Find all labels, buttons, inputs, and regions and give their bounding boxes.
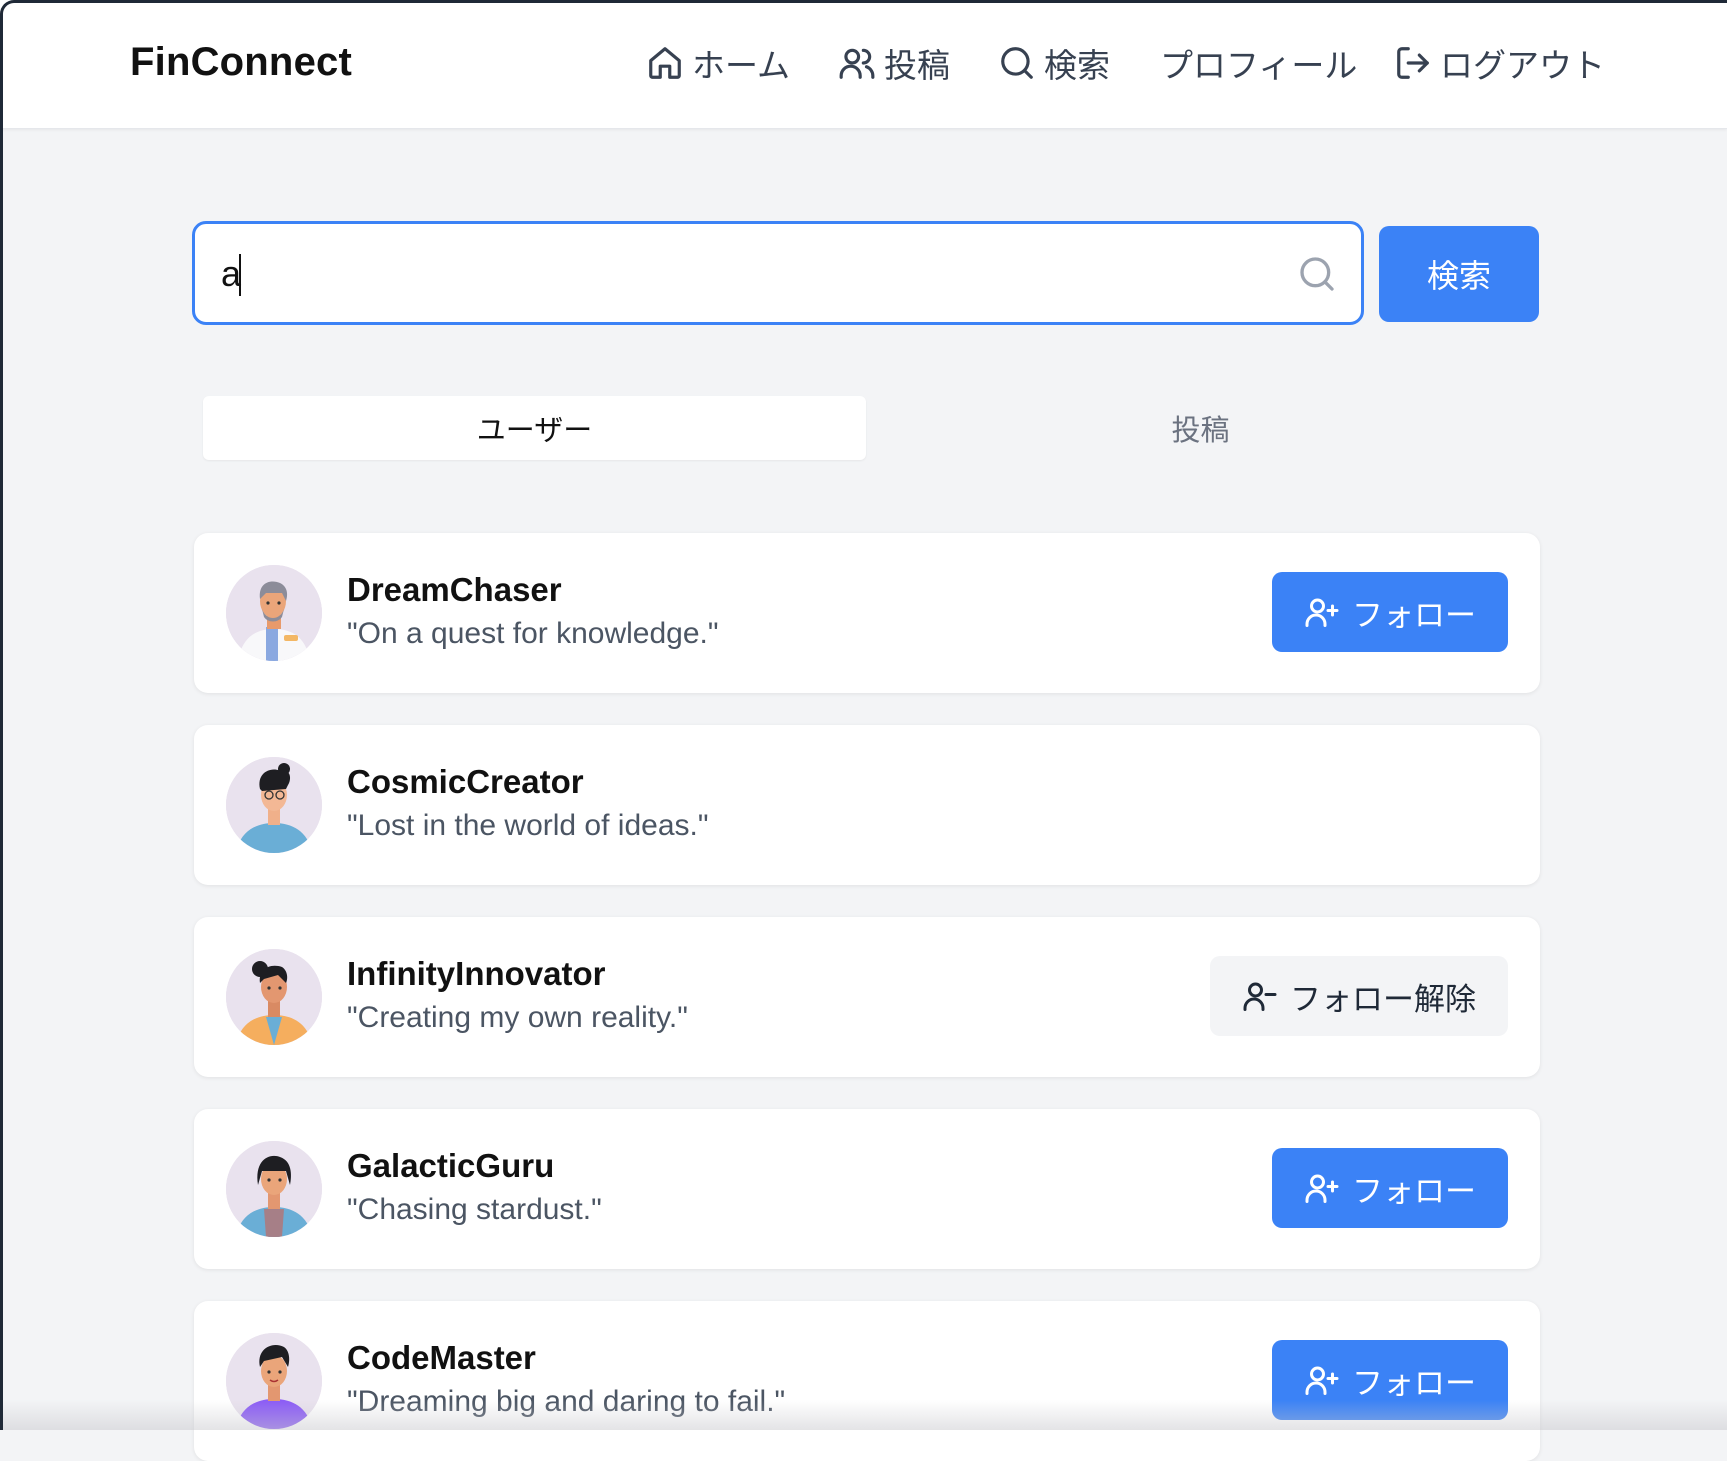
brand-logo[interactable]: FinConnect [130,40,352,85]
user-bio: "Lost in the world of ideas." [347,809,709,842]
tab-users[interactable]: ユーザー [203,396,866,460]
avatar[interactable] [226,1141,322,1237]
username[interactable]: CosmicCreator [347,763,584,801]
search-box [192,221,1364,325]
unfollow-button[interactable]: フォロー解除 [1210,956,1508,1036]
follow-button-label: フォロー [1352,1365,1476,1401]
user-card: GalacticGuru "Chasing stardust." フォロー [194,1109,1540,1269]
search-icon [1300,257,1334,291]
username[interactable]: DreamChaser [347,571,562,609]
unfollow-button-label: フォロー解除 [1290,981,1476,1017]
follow-button[interactable]: フォロー [1272,1148,1508,1228]
nav-item-posts[interactable]: 投稿 [838,40,950,86]
nav-item-search-label: 検索 [1044,47,1110,84]
avatar[interactable] [226,1333,322,1429]
follow-button[interactable]: フォロー [1272,1340,1508,1420]
nav-item-search[interactable]: 検索 [998,40,1110,86]
avatar[interactable] [226,757,322,853]
username[interactable]: GalacticGuru [347,1147,554,1185]
text-caret [239,254,241,296]
search-icon [1001,47,1033,79]
user-card: CosmicCreator "Lost in the world of idea… [194,725,1540,885]
user-bio: "On a quest for knowledge." [347,617,719,650]
username[interactable]: InfinityInnovator [347,955,606,993]
follow-button-label: フォロー [1352,597,1476,633]
users-icon [839,48,875,79]
nav-item-profile[interactable]: プロフィール [1160,40,1357,86]
user-plus-icon [1305,598,1339,627]
nav-item-logout-label: ログアウト [1440,47,1605,84]
avatar[interactable] [226,565,322,661]
user-bio: "Creating my own reality." [347,1001,688,1034]
avatar[interactable] [226,949,322,1045]
user-minus-icon [1243,982,1277,1011]
result-tabs: ユーザー 投稿 [197,390,1540,464]
nav-item-profile-label: プロフィール [1160,47,1358,84]
nav-item-home-label: ホーム [692,47,791,84]
nav-item-posts-label: 投稿 [884,47,950,84]
nav-item-home[interactable]: ホーム [646,40,790,86]
user-bio: "Chasing stardust." [347,1193,602,1226]
nav-item-logout[interactable]: ログアウト [1394,40,1605,86]
user-plus-icon [1305,1174,1339,1203]
search-input[interactable] [219,246,1283,302]
user-card: DreamChaser "On a quest for knowledge." … [194,533,1540,693]
user-card: CodeMaster "Dreaming big and daring to f… [194,1301,1540,1461]
username[interactable]: CodeMaster [347,1339,536,1377]
home-icon [649,47,681,79]
top-nav-bar: FinConnect ホーム 投稿 検索 プロフィール ログアウト [0,0,1727,129]
search-button[interactable]: 検索 [1379,226,1539,322]
user-card: InfinityInnovator "Creating my own reali… [194,917,1540,1077]
tab-posts[interactable]: 投稿 [869,396,1532,460]
follow-button[interactable]: フォロー [1272,572,1508,652]
user-bio: "Dreaming big and daring to fail." [347,1385,786,1418]
user-plus-icon [1305,1366,1339,1395]
logout-icon [1397,47,1429,79]
follow-button-label: フォロー [1352,1173,1476,1209]
